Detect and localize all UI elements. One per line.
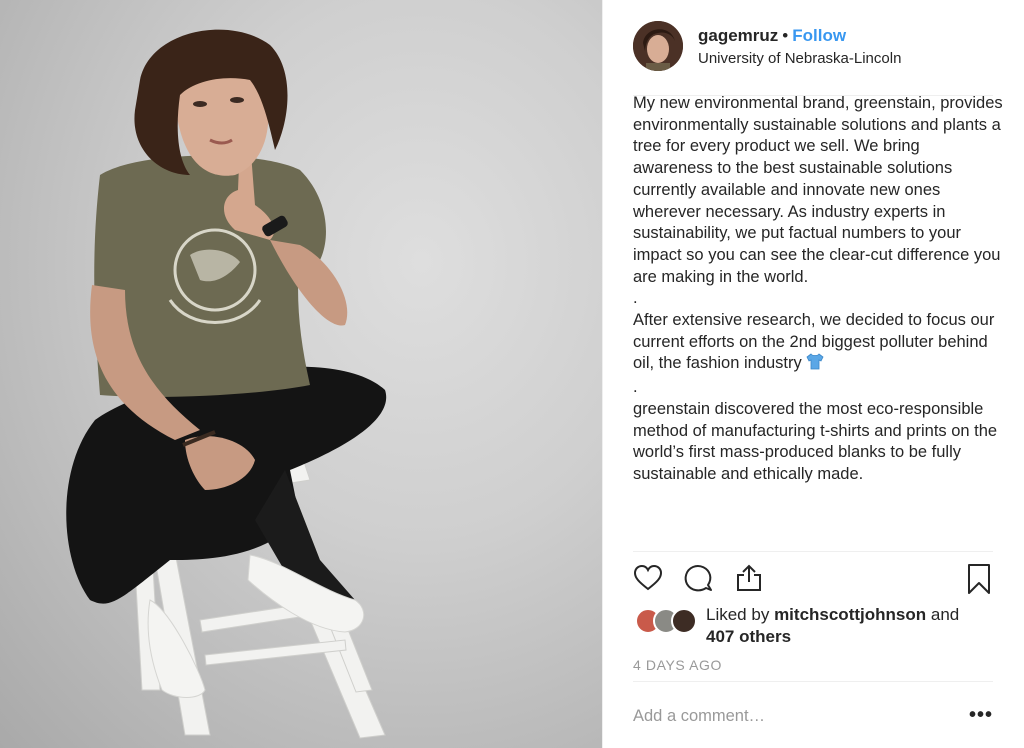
avatar [671, 608, 697, 634]
comment-icon[interactable] [683, 563, 713, 598]
tshirt-emoji-icon [806, 353, 824, 377]
more-options-button[interactable]: ••• [969, 704, 993, 727]
likes-others-link[interactable]: 407 others [706, 627, 791, 646]
post-photo[interactable] [0, 0, 602, 748]
liker-username-link[interactable]: mitchscottjohnson [774, 605, 926, 624]
comment-input[interactable] [633, 705, 933, 727]
likes-prefix: Liked by [706, 605, 770, 624]
bookmark-icon[interactable] [965, 563, 993, 600]
liker-avatars[interactable] [635, 608, 701, 634]
caption-dot: . [633, 378, 638, 397]
action-bar [633, 563, 995, 599]
username-link[interactable]: gagemruz [698, 26, 778, 45]
comment-divider [633, 681, 993, 682]
likes-and: and [930, 605, 960, 624]
post-header: gagemruz • Follow University of Nebraska-L… [603, 0, 1024, 96]
follow-button[interactable]: Follow [792, 26, 846, 45]
share-icon[interactable] [734, 563, 764, 598]
photo-illustration [66, 29, 387, 739]
caption-paragraph: My new environmental brand, greenstain, … [633, 94, 1003, 286]
avatar-image [633, 21, 683, 71]
location-link[interactable]: University of Nebraska-Lincoln [698, 50, 901, 67]
post-caption: My new environmental brand, greenstain, … [633, 93, 1003, 486]
caption-paragraph: greenstain discovered the most eco-respo… [633, 399, 998, 483]
caption-paragraph: After extensive research, we decided to … [633, 310, 1003, 377]
caption-divider [633, 551, 993, 552]
username-line: gagemruz • Follow [698, 26, 846, 46]
profile-avatar[interactable] [633, 21, 683, 71]
heart-icon[interactable] [633, 563, 663, 598]
separator-dot: • [782, 26, 789, 45]
likes-text: Liked by mitchscottjohnson and 407 other… [706, 604, 1006, 648]
post-timestamp[interactable]: 4 DAYS AGO [633, 657, 722, 673]
caption-dot: . [633, 289, 638, 308]
post-details-panel: gagemruz • Follow University of Nebraska-L… [602, 0, 1024, 748]
